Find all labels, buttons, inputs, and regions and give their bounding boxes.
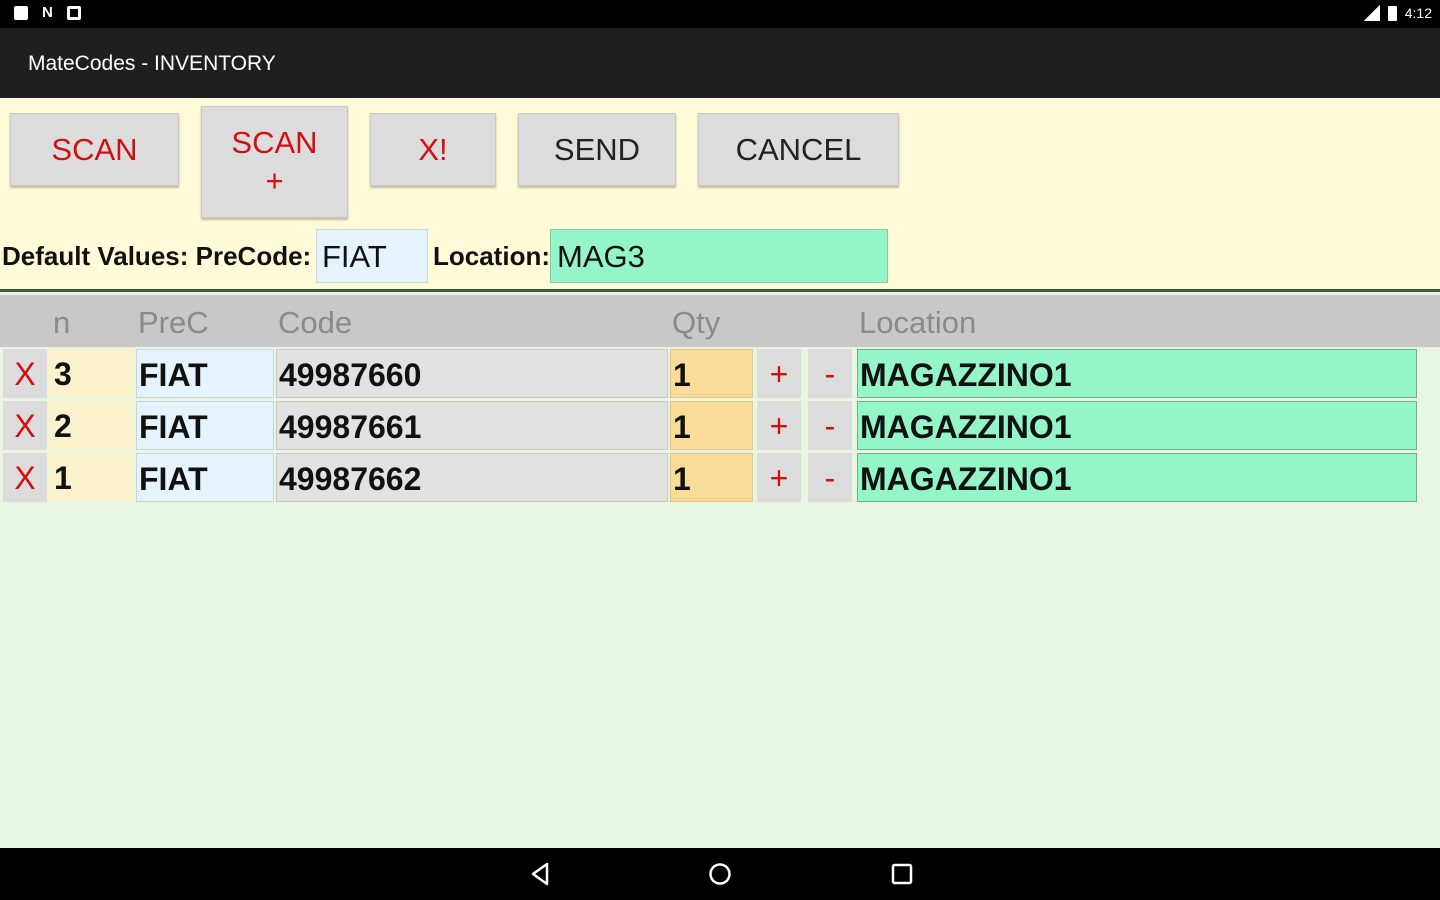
row-code-field[interactable]: 49987662 (276, 453, 668, 502)
qty-increment-button[interactable]: + (757, 453, 801, 502)
status-left: N (14, 4, 81, 21)
clear-all-button[interactable]: X! (370, 113, 496, 186)
status-time: 4:12 (1404, 5, 1432, 21)
status-bar: N 4:12 (0, 0, 1440, 28)
signal-icon (1363, 5, 1380, 21)
scan-button[interactable]: SCAN (10, 113, 179, 186)
toolbar-panel: SCAN SCAN + X! SEND CANCEL Default Value… (0, 98, 1440, 292)
scan-plus-button-sub: + (265, 163, 284, 198)
send-button[interactable]: SEND (518, 113, 676, 186)
table-row: X 1 FIAT 49987662 1 + - MAGAZZINO1 (0, 453, 1440, 503)
app-title: MateCodes - INVENTORY (28, 52, 276, 75)
column-header-location: Location (859, 305, 977, 340)
qty-decrement-button[interactable]: - (808, 349, 852, 398)
scan-plus-button-label: SCAN (231, 125, 318, 160)
table-header: n PreC Code Qty Location (0, 295, 1440, 347)
row-precode-field[interactable]: FIAT (136, 401, 274, 450)
default-location-label: Location: (433, 241, 550, 271)
table-row: X 2 FIAT 49987661 1 + - MAGAZZINO1 (0, 401, 1440, 451)
row-location-field[interactable]: MAGAZZINO1 (857, 401, 1417, 450)
row-precode-field[interactable]: FIAT (136, 453, 274, 502)
row-code-field[interactable]: 49987660 (276, 349, 668, 398)
row-qty-field[interactable]: 1 (670, 401, 753, 450)
status-right: 4:12 (1363, 5, 1432, 21)
table-row: X 3 FIAT 49987660 1 + - MAGAZZINO1 (0, 349, 1440, 399)
row-location-field[interactable]: MAGAZZINO1 (857, 349, 1417, 398)
row-code-field[interactable]: 49987661 (276, 401, 668, 450)
send-button-label: SEND (553, 131, 641, 167)
column-header-qty: Qty (672, 305, 721, 340)
default-location-field[interactable]: MAG3 (550, 229, 888, 283)
row-number: 3 (48, 349, 134, 398)
row-location-field[interactable]: MAGAZZINO1 (857, 453, 1417, 502)
battery-icon (1387, 5, 1397, 21)
delete-row-button[interactable]: X (3, 453, 47, 502)
qty-decrement-button[interactable]: - (808, 401, 852, 450)
default-precode-field[interactable]: FIAT (316, 229, 428, 283)
cancel-button[interactable]: CANCEL (698, 113, 899, 186)
qty-increment-button[interactable]: + (757, 401, 801, 450)
back-icon[interactable] (527, 861, 553, 887)
column-header-n: n (53, 305, 71, 340)
navigation-bar (0, 848, 1440, 900)
notification-icon (14, 6, 28, 20)
screenshot-icon (66, 6, 81, 20)
qty-decrement-button[interactable]: - (808, 453, 852, 502)
cancel-button-label: CANCEL (735, 131, 862, 167)
default-values-label: Default Values: PreCode: (2, 241, 312, 271)
n-icon: N (42, 4, 53, 21)
delete-row-button[interactable]: X (3, 349, 47, 398)
qty-increment-button[interactable]: + (757, 349, 801, 398)
scan-button-label: SCAN (51, 131, 138, 167)
app-title-bar: MateCodes - INVENTORY (0, 28, 1440, 98)
delete-row-button[interactable]: X (3, 401, 47, 450)
column-header-prec: PreC (138, 305, 209, 340)
scan-plus-button[interactable]: SCAN + (201, 106, 348, 218)
home-icon[interactable] (707, 861, 733, 887)
row-precode-field[interactable]: FIAT (136, 349, 274, 398)
row-number: 2 (48, 401, 134, 450)
recents-icon[interactable] (889, 861, 915, 887)
column-header-code: Code (278, 305, 353, 340)
row-number: 1 (48, 453, 134, 502)
clear-all-button-label: X! (418, 131, 448, 167)
row-qty-field[interactable]: 1 (670, 453, 753, 502)
row-qty-field[interactable]: 1 (670, 349, 753, 398)
